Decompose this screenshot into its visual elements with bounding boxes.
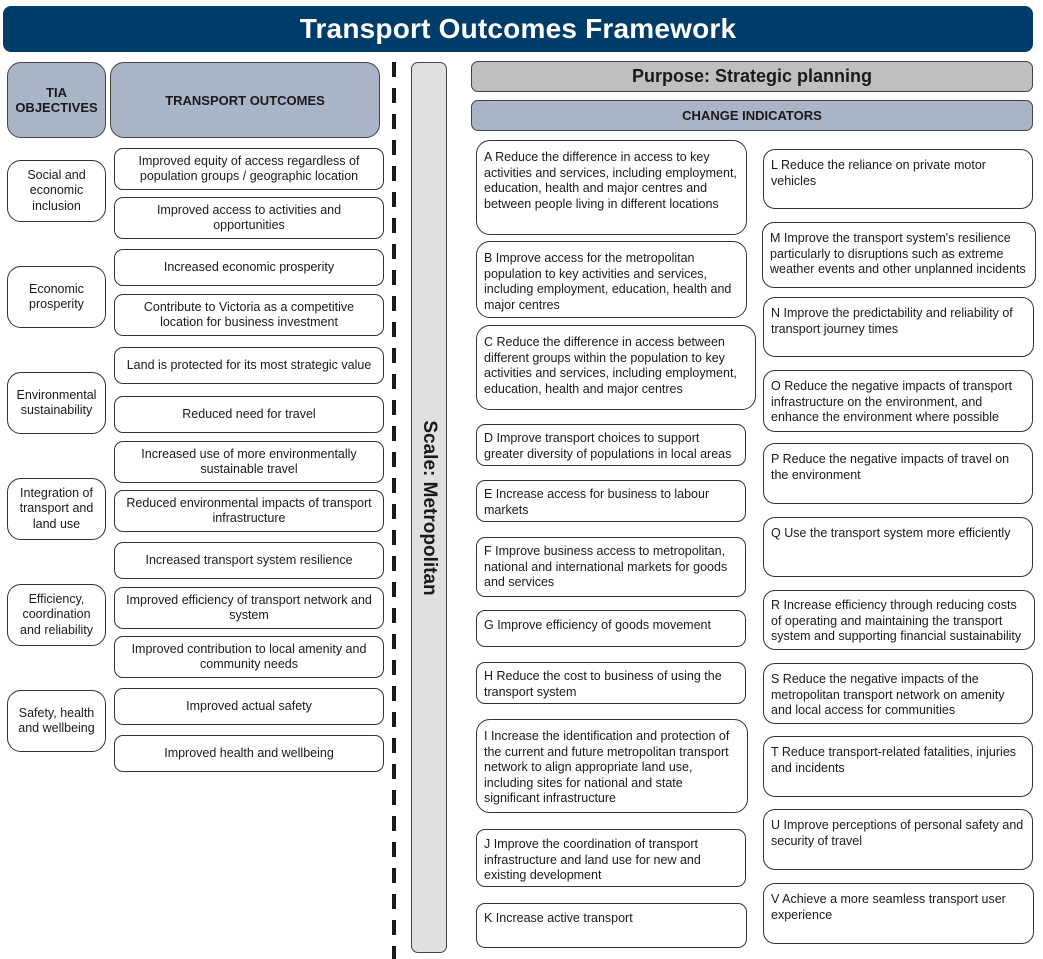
outcome-box: Improved contribution to local amenity a… (114, 636, 384, 678)
scale-label: Scale: Metropolitan (419, 419, 440, 596)
indicator-box: V Achieve a more seamless transport user… (763, 883, 1034, 944)
objective-box: Integration of transport and land use (7, 478, 106, 540)
indicator-box: I Increase the identification and protec… (476, 719, 748, 813)
dashed-divider (392, 62, 396, 959)
indicator-box: O Reduce the negative impacts of transpo… (763, 370, 1033, 432)
outcome-box: Contribute to Victoria as a competitive … (114, 294, 384, 336)
objective-box: Efficiency, coordination and reliability (7, 584, 106, 646)
outcome-box: Reduced environmental impacts of transpo… (114, 490, 384, 532)
outcome-box: Improved access to activities and opport… (114, 197, 384, 239)
indicator-box: N Improve the predictability and reliabi… (763, 297, 1034, 357)
indicator-box: H Reduce the cost to business of using t… (476, 662, 746, 704)
outcome-box: Reduced need for travel (114, 396, 384, 433)
objective-box: Environmental sustainability (7, 372, 106, 434)
page-title: Transport Outcomes Framework (3, 6, 1033, 52)
indicator-box: P Reduce the negative impacts of travel … (763, 443, 1033, 504)
outcome-box: Increased use of more environmentally su… (114, 441, 384, 483)
outcome-box: Improved efficiency of transport network… (114, 587, 384, 629)
outcome-box: Land is protected for its most strategic… (114, 347, 384, 384)
indicator-box: C Reduce the difference in access betwee… (476, 325, 756, 410)
indicator-box: K Increase active transport (476, 903, 747, 948)
indicator-box: G Improve efficiency of goods movement (476, 610, 746, 647)
purpose-header: Purpose: Strategic planning (471, 61, 1033, 92)
indicator-box: D Improve transport choices to support g… (476, 424, 746, 466)
indicator-box: U Improve perceptions of personal safety… (763, 809, 1033, 870)
indicator-box: M Improve the transport system's resilie… (762, 222, 1036, 288)
indicator-box: E Increase access for business to labour… (476, 480, 746, 522)
indicator-box: B Improve access for the metropolitan po… (476, 241, 747, 318)
objective-box: Social and economic inclusion (7, 160, 106, 222)
indicator-box: L Reduce the reliance on private motor v… (763, 149, 1033, 209)
indicator-box: A Reduce the difference in access to key… (476, 140, 747, 235)
scale-bar: Scale: Metropolitan (411, 62, 447, 953)
objective-box: Economic prosperity (7, 266, 106, 328)
outcome-box: Improved actual safety (114, 688, 384, 725)
outcome-box: Increased transport system resilience (114, 542, 384, 579)
indicator-box: J Improve the coordination of transport … (476, 829, 746, 887)
outcome-box: Improved health and wellbeing (114, 735, 384, 772)
indicator-box: T Reduce transport-related fatalities, i… (763, 736, 1033, 797)
indicator-box: Q Use the transport system more efficien… (763, 517, 1033, 577)
change-indicators-header: CHANGE INDICATORS (471, 100, 1033, 131)
transport-outcomes-header: TRANSPORT OUTCOMES (110, 62, 380, 138)
indicator-box: R Increase efficiency through reducing c… (763, 590, 1035, 650)
outcome-box: Improved equity of access regardless of … (114, 148, 384, 190)
outcome-box: Increased economic prosperity (114, 249, 384, 286)
indicator-box: F Improve business access to metropolita… (476, 537, 746, 597)
tia-objectives-header: TIA OBJECTIVES (7, 62, 106, 138)
objective-box: Safety, health and wellbeing (7, 690, 106, 752)
indicator-box: S Reduce the negative impacts of the met… (763, 663, 1033, 724)
